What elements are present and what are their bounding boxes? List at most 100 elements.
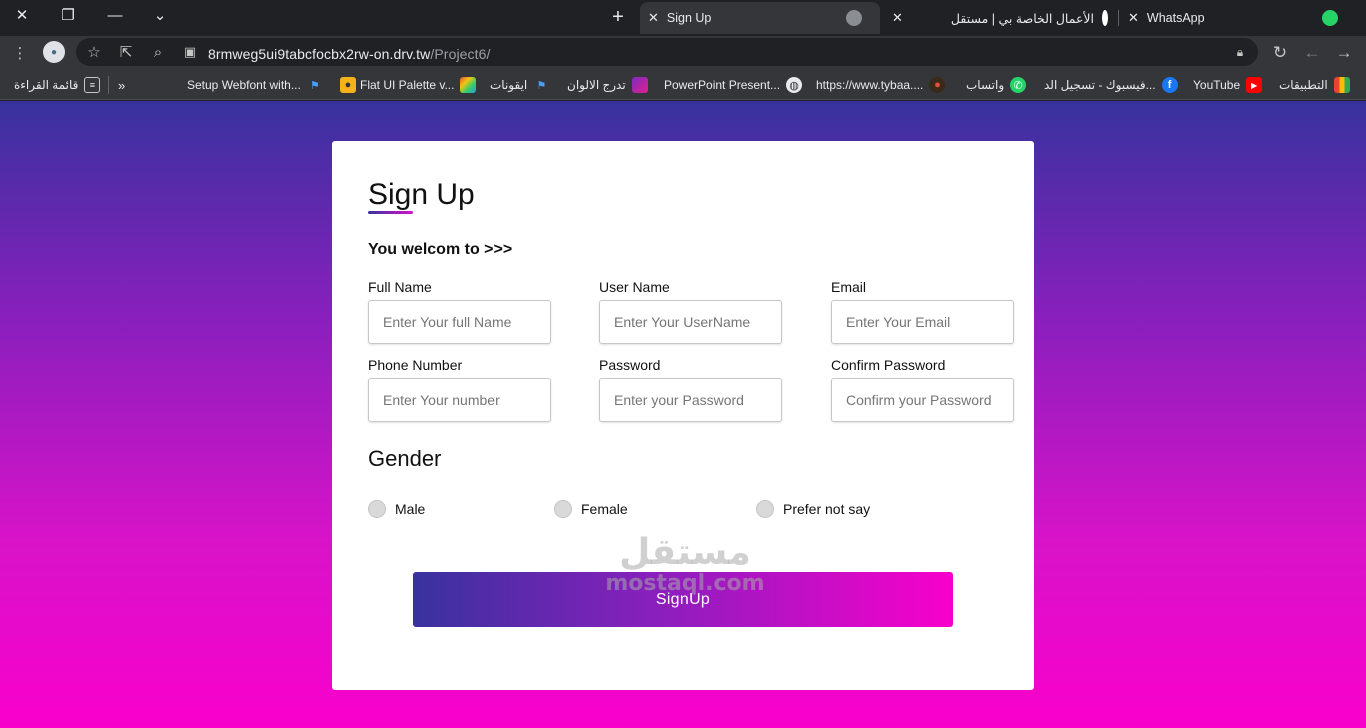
radio-label: Female [581,501,628,517]
facebook-icon: f [1161,77,1178,93]
restore-window-icon[interactable]: ❐ [53,4,83,26]
flag-icon: ⚑ [536,79,547,92]
url-text[interactable]: 8rmweg5ui9tabcfocbx2rw-on.drv.tw/Project… [208,46,491,62]
close-tab-icon[interactable]: ✕ [1128,10,1139,26]
watermark-arabic: مستقل [619,532,751,573]
email-field: Email [831,279,1014,344]
globe-icon: ◍ [786,77,803,93]
welcome-subtitle: You welcom to >>> [368,241,513,258]
bookmark-label: واتساب [966,78,1005,92]
forward-icon[interactable]: ← [1300,41,1324,65]
page-title: Sign Up [368,178,475,211]
browser-toolbar: ⋮ ● ☆ ⇱ ⌕ ▣ 8rmweg5ui9tabcfocbx2rw-on.dr… [0,36,1366,70]
reading-list-icon: ≡ [84,77,101,93]
confirm-password-field: Confirm Password [831,357,1014,422]
back-icon[interactable]: → [1332,41,1356,65]
close-tab-icon[interactable]: ✕ [892,10,903,26]
tab-separator [1118,10,1119,26]
reading-list-label: قائمة القراءة [14,78,79,92]
title-underline [368,211,413,214]
bookmark-item[interactable]: التطبيقات [1279,76,1350,94]
bookmark-item[interactable]: تدرج الالوان [567,76,648,94]
bookmark-item[interactable]: YouTube ▶ [1193,76,1263,94]
user-name-field: User Name [599,279,782,344]
signup-card: Sign Up You welcom to >>> Full Name User… [332,141,1034,690]
email-input[interactable] [831,300,1014,344]
tab-sign-up[interactable]: ✕ Sign Up [640,2,880,34]
lock-icon[interactable]: 🔒︎ [1228,40,1252,64]
radio-label: Male [395,501,426,517]
star-bookmark-icon[interactable]: ☆ [82,40,106,64]
user-name-label: User Name [599,279,670,295]
whatsapp-icon [1322,10,1338,26]
phone-number-input[interactable] [368,378,551,422]
email-label: Email [831,279,867,295]
tab-title: الأعمال الخاصة بي | مستقل [950,11,1095,26]
bookmark-label: تدرج الالوان [567,78,626,92]
reading-list[interactable]: قائمة القراءة ≡ [14,76,101,94]
gender-heading: Gender [368,446,442,471]
bookmark-label: https://www.tybaa.... [816,78,924,92]
globe-icon [846,10,862,26]
gender-option-prefer-not-say[interactable]: Prefer not say [756,500,870,518]
minimize-window-icon[interactable]: — [100,4,130,26]
bookmark-label: فيسبوك - تسجيل الد... [1044,78,1156,92]
bookmark-item[interactable]: Setup Webfont with... ⚑ [187,76,323,94]
page-viewport: Sign Up You welcom to >>> Full Name User… [0,101,1366,728]
bookmark-item[interactable]: ● Flat UI Palette v... [340,76,477,94]
tab-strip: ✕ ❐ — ⌄ + ✕ Sign Up ✕ الأعمال الخاصة بي … [0,0,1366,36]
share-icon[interactable]: ⇱ [114,40,138,64]
reload-icon[interactable]: ↻ [1268,41,1292,65]
watermark-latin: mostaql.com [605,571,765,596]
flag-icon: ⚑ [309,79,320,92]
address-bar[interactable]: ☆ ⇱ ⌕ ▣ 8rmweg5ui9tabcfocbx2rw-on.drv.tw… [76,38,1258,66]
bookmark-item[interactable]: PowerPoint Present... ◍ [664,76,803,94]
site-info-icon[interactable]: ▣ [178,40,202,64]
tab-search-chevron-icon[interactable]: ⌄ [145,4,175,26]
tab-mostaql[interactable]: ✕ الأعمال الخاصة بي | مستقل [884,2,1114,34]
url-path: /Project6/ [430,46,491,62]
new-tab-button[interactable]: + [606,5,630,29]
bookmark-label: Flat UI Palette v... [360,78,455,92]
bookmark-label: YouTube [1193,78,1241,92]
bookmark-item[interactable]: فيسبوك - تسجيل الد... f [1044,76,1178,94]
close-tab-icon[interactable]: ✕ [648,10,659,26]
confirm-password-label: Confirm Password [831,357,946,373]
bookmark-label: ايقونات [490,78,528,92]
user-name-input[interactable] [599,300,782,344]
zoom-icon[interactable]: ⌕ [146,40,170,64]
radio-button[interactable] [554,500,572,518]
phone-number-field: Phone Number [368,357,551,422]
tab-title: Sign Up [666,11,712,25]
profile-avatar[interactable]: ● [43,41,65,63]
mostaql-watermark: مستقل mostaql.com [600,533,770,595]
bookmark-item[interactable]: واتساب ✆ [966,76,1027,94]
gradient-icon [631,77,648,93]
palette-grid-icon [460,77,477,93]
gender-option-female[interactable]: Female [554,500,628,518]
close-window-icon[interactable]: ✕ [7,4,37,26]
whatsapp-icon: ✆ [1010,77,1027,93]
gender-option-male[interactable]: Male [368,500,425,518]
more-bookmarks-chevron-icon[interactable]: » [118,76,125,94]
password-field: Password [599,357,782,422]
bookmarks-divider [108,76,109,94]
bookmarks-bar: قائمة القراءة ≡ » Setup Webfont with... … [0,70,1366,100]
site-icon: ● [929,77,946,93]
bookmark-label: Setup Webfont with... [187,78,301,92]
tab-whatsapp[interactable]: ✕ WhatsApp [1120,2,1366,34]
radio-button[interactable] [368,500,386,518]
tab-title: WhatsApp [1146,11,1205,25]
url-host: 8rmweg5ui9tabcfocbx2rw-on.drv.tw [208,46,431,62]
radio-label: Prefer not say [783,501,871,517]
radio-button[interactable] [756,500,774,518]
bookmark-item[interactable]: ايقونات ⚑ [490,76,549,94]
menu-kebab-icon[interactable]: ⋮ [8,41,32,65]
bookmark-label: التطبيقات [1279,78,1328,92]
full-name-input[interactable] [368,300,551,344]
bookmark-item[interactable]: https://www.tybaa.... ● [816,76,946,94]
password-input[interactable] [599,378,782,422]
mostaql-icon [1102,10,1109,26]
password-label: Password [599,357,661,373]
confirm-password-input[interactable] [831,378,1014,422]
